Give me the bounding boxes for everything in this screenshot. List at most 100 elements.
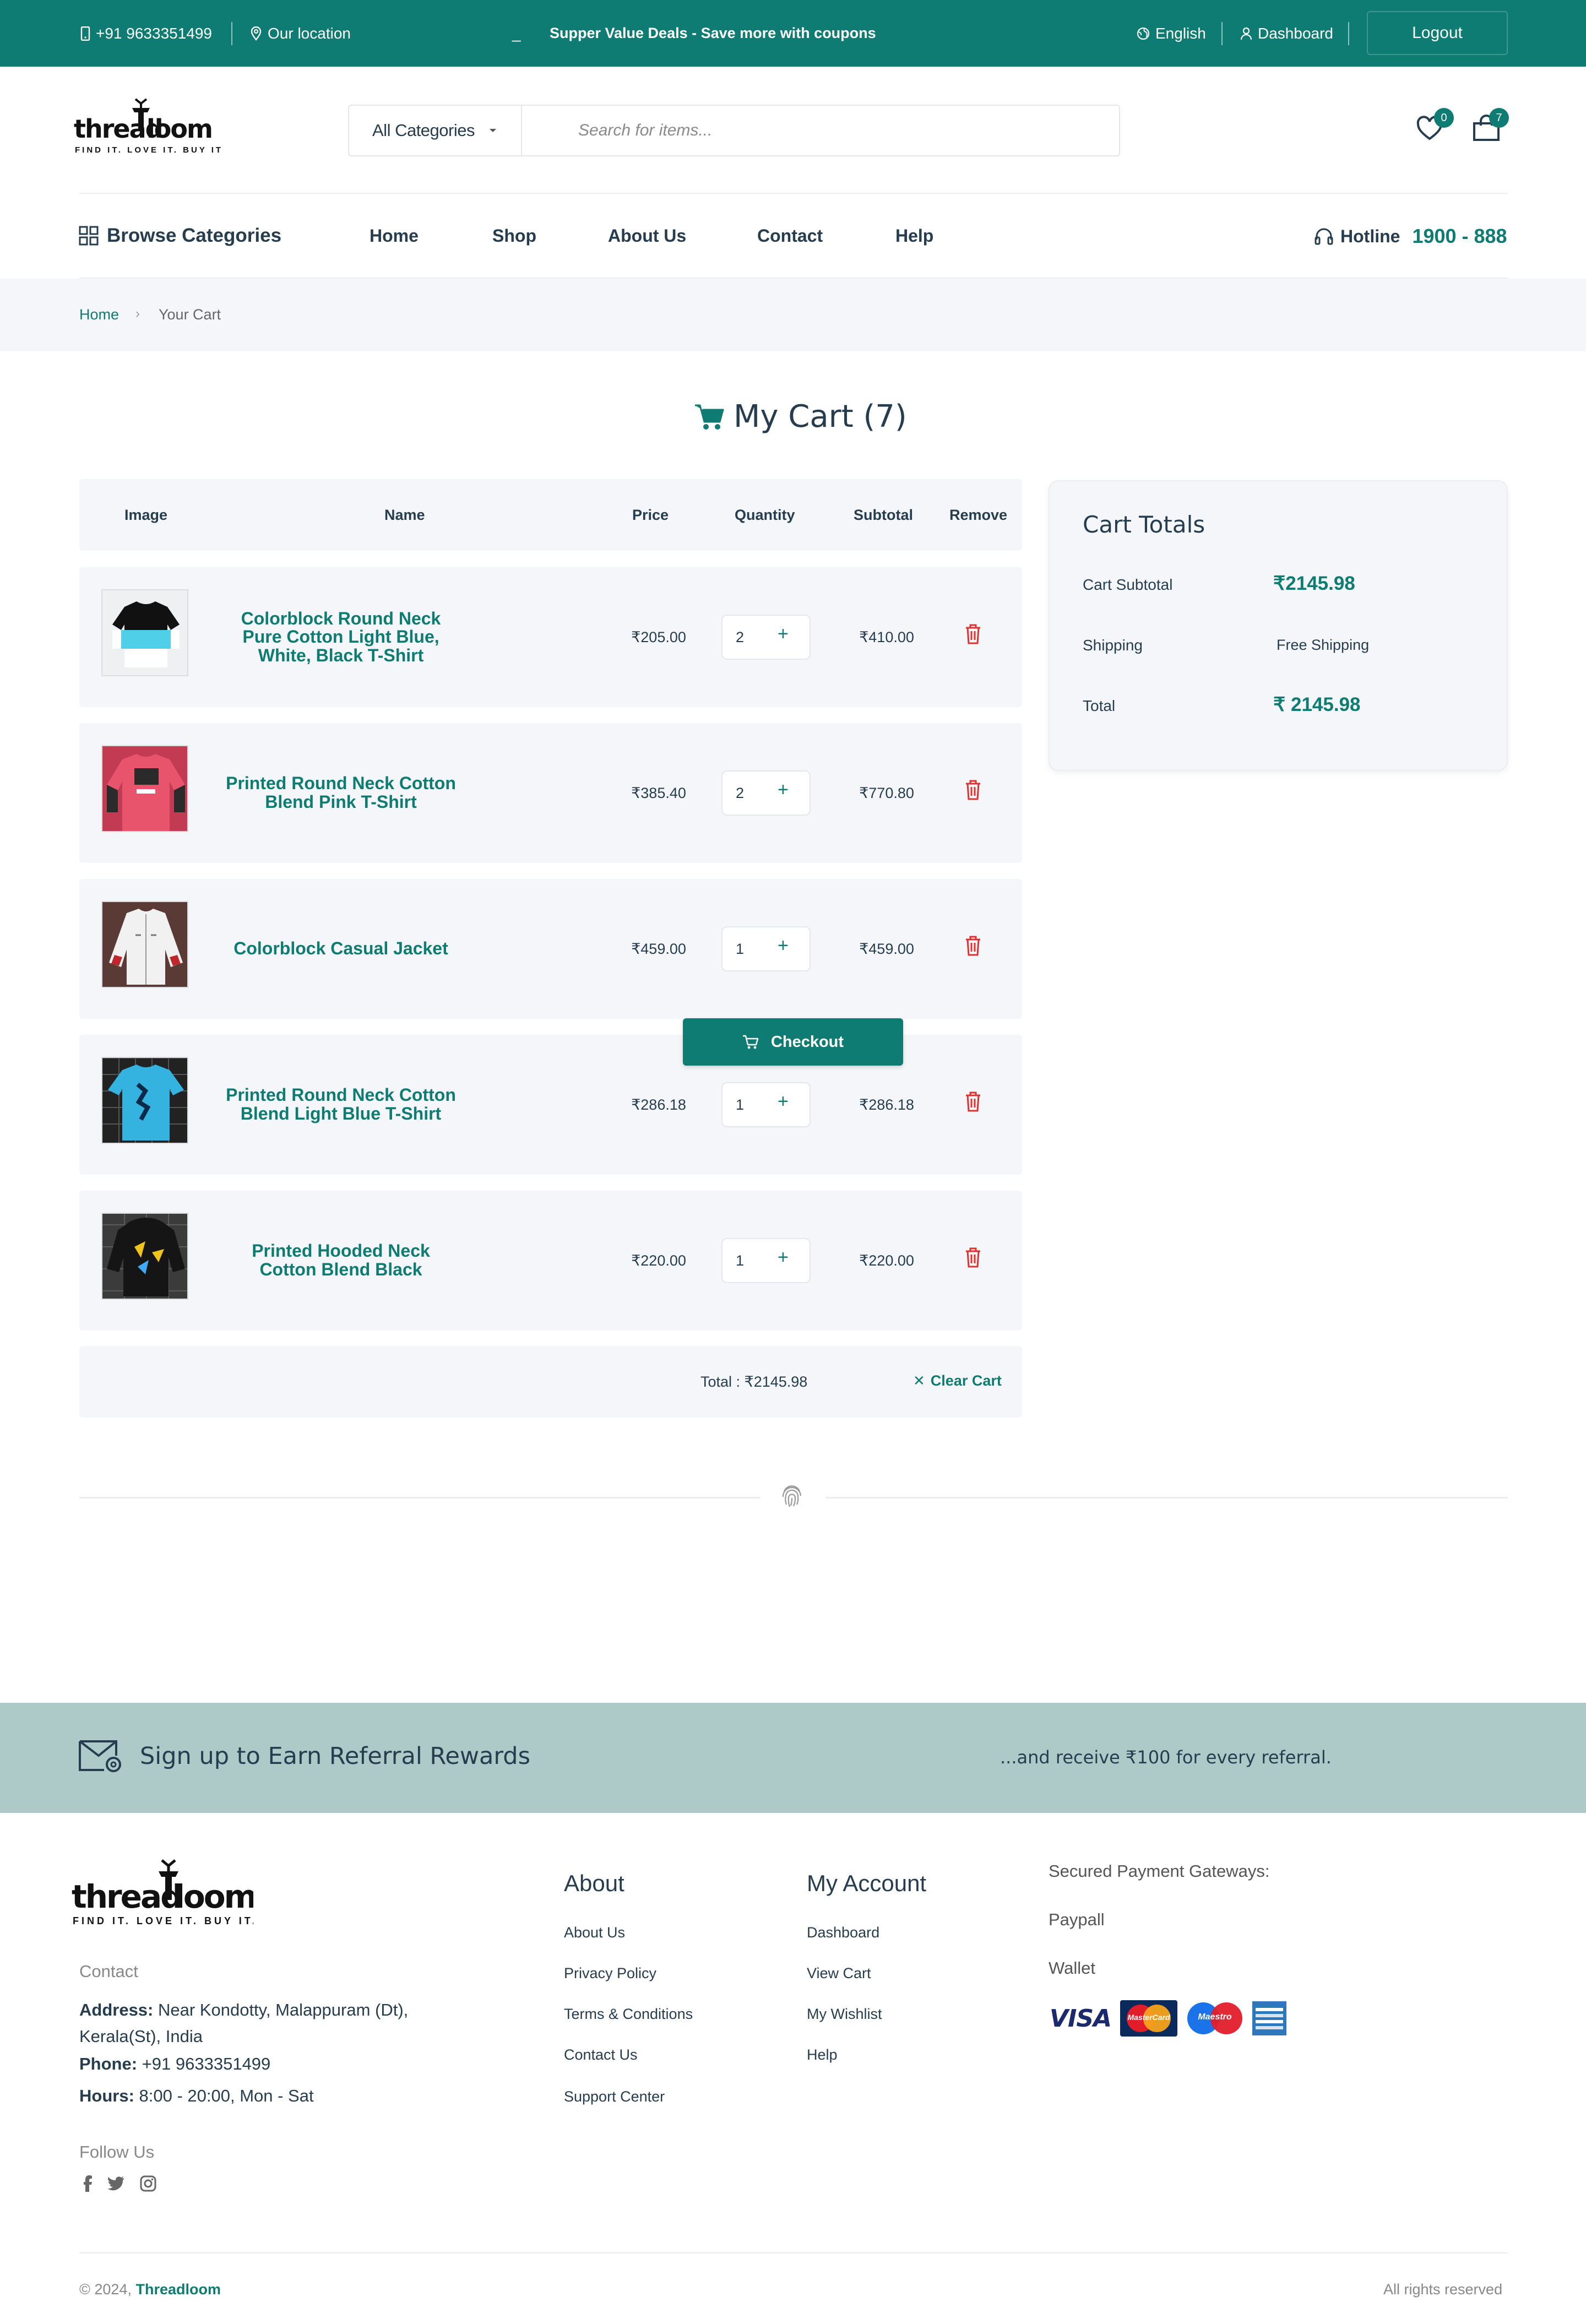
footer-link-dashboard[interactable]: Dashboard xyxy=(807,1924,879,1941)
product-price: ₹220.00 xyxy=(631,1252,686,1269)
increment-icon[interactable]: + xyxy=(778,1091,789,1112)
facebook-icon[interactable] xyxy=(84,2175,93,2192)
section-divider-right xyxy=(826,1497,1508,1498)
wishlist-button[interactable]: 0 xyxy=(1415,108,1454,145)
total-value: ₹ 2145.98 xyxy=(1273,694,1361,715)
increment-icon[interactable]: + xyxy=(778,1247,789,1268)
product-image-colorblock-tshirt[interactable] xyxy=(101,589,188,676)
section-divider-left xyxy=(79,1497,760,1498)
remove-item-button[interactable] xyxy=(965,779,981,800)
cart-icon xyxy=(695,404,724,430)
footer-phone: Phone: +91 9633351499 xyxy=(79,2054,270,2074)
hours-label: Hours: xyxy=(79,2086,134,2105)
remove-item-button[interactable] xyxy=(965,623,981,644)
footer-hours: Hours: 8:00 - 20:00, Mon - Sat xyxy=(79,2086,314,2106)
logout-button[interactable]: Logout xyxy=(1367,11,1508,55)
row-subtotal: ₹459.00 xyxy=(859,940,914,957)
nav-home[interactable]: Home xyxy=(370,226,419,246)
copyright-text: © 2024, xyxy=(79,2281,132,2298)
browse-categories-button[interactable]: Browse Categories xyxy=(78,225,281,247)
clear-cart-button[interactable]: ✕ Clear Cart xyxy=(913,1372,1002,1389)
address-label: Address: xyxy=(79,2000,154,2019)
product-image-blue-tshirt[interactable] xyxy=(101,1057,188,1144)
twitter-icon[interactable] xyxy=(108,2176,124,2191)
svg-text:thread: thread xyxy=(72,1878,182,1915)
nav-about-us[interactable]: About Us xyxy=(608,226,686,246)
quantity-value: 1 xyxy=(736,1252,745,1269)
footer-link-contact-us[interactable]: Contact Us xyxy=(564,2046,638,2064)
payment-cards: VISA MasterCard Maestro xyxy=(1049,2000,1286,2037)
product-image-jacket[interactable] xyxy=(101,901,188,988)
trash-icon xyxy=(966,1247,980,1268)
quantity-value: 2 xyxy=(736,628,745,645)
topbar-location[interactable]: Our location xyxy=(250,0,351,67)
search-input[interactable]: Search for items... xyxy=(522,106,1119,155)
cart-subtotal-value: ₹2145.98 xyxy=(1273,573,1355,594)
svg-text:loom: loom xyxy=(146,114,212,144)
col-quantity: Quantity xyxy=(735,506,795,523)
footer-link-about-us[interactable]: About Us xyxy=(564,1924,625,1941)
increment-icon[interactable]: + xyxy=(778,779,789,801)
cart-title: My Cart (7) xyxy=(694,399,907,435)
category-dropdown[interactable]: All Categories xyxy=(349,106,522,155)
nav-contact[interactable]: Contact xyxy=(757,226,823,246)
remove-item-button[interactable] xyxy=(965,1247,981,1268)
quantity-stepper[interactable]: 1 + xyxy=(721,926,811,971)
product-image-black-hoodie[interactable] xyxy=(101,1213,188,1300)
dashboard-link[interactable]: Dashboard xyxy=(1240,0,1333,67)
globe-icon xyxy=(1137,27,1150,40)
language-label: English xyxy=(1155,24,1206,42)
footer-about-heading: About xyxy=(564,1870,624,1896)
product-name-link[interactable]: Printed Hooded Neck Cotton Blend Black xyxy=(224,1191,458,1331)
footer-link-terms[interactable]: Terms & Conditions xyxy=(564,2006,693,2023)
cart-totals-title: Cart Totals xyxy=(1083,511,1205,538)
product-image-pink-tshirt[interactable] xyxy=(101,745,188,832)
increment-icon[interactable]: + xyxy=(778,935,789,957)
checkout-label: Checkout xyxy=(770,1033,844,1051)
increment-icon[interactable]: + xyxy=(778,623,789,645)
payment-paypall: Paypall xyxy=(1049,1910,1105,1929)
remove-item-button[interactable] xyxy=(965,1091,981,1112)
topbar-phone[interactable]: +91 9633351499 xyxy=(80,0,212,67)
quantity-stepper[interactable]: 2 + xyxy=(721,770,811,816)
language-selector[interactable]: English xyxy=(1137,0,1206,67)
product-name-link[interactable]: Colorblock Casual Jacket xyxy=(224,879,458,1019)
payment-gateways-heading: Secured Payment Gateways: xyxy=(1049,1861,1270,1881)
footer-link-support-center[interactable]: Support Center xyxy=(564,2088,665,2105)
col-image: Image xyxy=(124,506,168,523)
footer-link-wishlist[interactable]: My Wishlist xyxy=(807,2006,882,2023)
copyright-brand-link[interactable]: Threadloom xyxy=(135,2281,221,2298)
cart-title-text: My Cart (7) xyxy=(734,399,907,435)
header-divider xyxy=(79,193,1508,194)
shipping-value: Free Shipping xyxy=(1277,637,1370,653)
product-name-link[interactable]: Colorblock Round Neck Pure Cotton Light … xyxy=(224,567,458,707)
breadcrumb-home[interactable]: Home xyxy=(79,306,119,323)
threadloom-logo: thread loom FIND IT. LOVE IT. BUY IT. xyxy=(74,98,222,155)
product-name-link[interactable]: Printed Round Neck Cotton Blend Pink T-S… xyxy=(224,723,458,863)
nav-shop[interactable]: Shop xyxy=(492,226,536,246)
footer-logo[interactable]: thread loom FIND IT. LOVE IT. BUY IT. xyxy=(72,1856,253,1933)
nav-help[interactable]: Help xyxy=(895,226,933,246)
quantity-stepper[interactable]: 1 + xyxy=(721,1082,811,1127)
caret-down-icon xyxy=(489,129,496,132)
svg-text:FIND IT. LOVE IT. BUY IT.: FIND IT. LOVE IT. BUY IT. xyxy=(75,145,222,155)
footer-link-help[interactable]: Help xyxy=(807,2046,838,2064)
footer-contact-heading: Contact xyxy=(79,1962,138,1981)
quantity-stepper[interactable]: 1 + xyxy=(721,1238,811,1283)
hours-value: 8:00 - 20:00, Mon - Sat xyxy=(139,2086,314,2105)
quantity-stepper[interactable]: 2 + xyxy=(721,615,811,660)
cart-button[interactable]: 7 xyxy=(1471,108,1509,145)
dashboard-label: Dashboard xyxy=(1258,24,1333,42)
site-logo[interactable]: thread loom FIND IT. LOVE IT. BUY IT. xyxy=(74,96,222,156)
instagram-icon[interactable] xyxy=(140,2175,156,2192)
checkout-button[interactable]: Checkout xyxy=(683,1018,903,1066)
row-subtotal: ₹220.00 xyxy=(859,1252,914,1269)
cart-row: Colorblock Round Neck Pure Cotton Light … xyxy=(79,567,1022,707)
product-name-link[interactable]: Printed Round Neck Cotton Blend Light Bl… xyxy=(224,1035,458,1175)
hotline[interactable]: Hotline 1900 - 888 xyxy=(1314,225,1507,248)
trash-icon xyxy=(966,936,980,956)
footer-link-view-cart[interactable]: View Cart xyxy=(807,1965,871,1982)
remove-item-button[interactable] xyxy=(965,935,981,956)
footer-link-privacy-policy[interactable]: Privacy Policy xyxy=(564,1965,656,1982)
footer-account-heading: My Account xyxy=(807,1870,927,1896)
